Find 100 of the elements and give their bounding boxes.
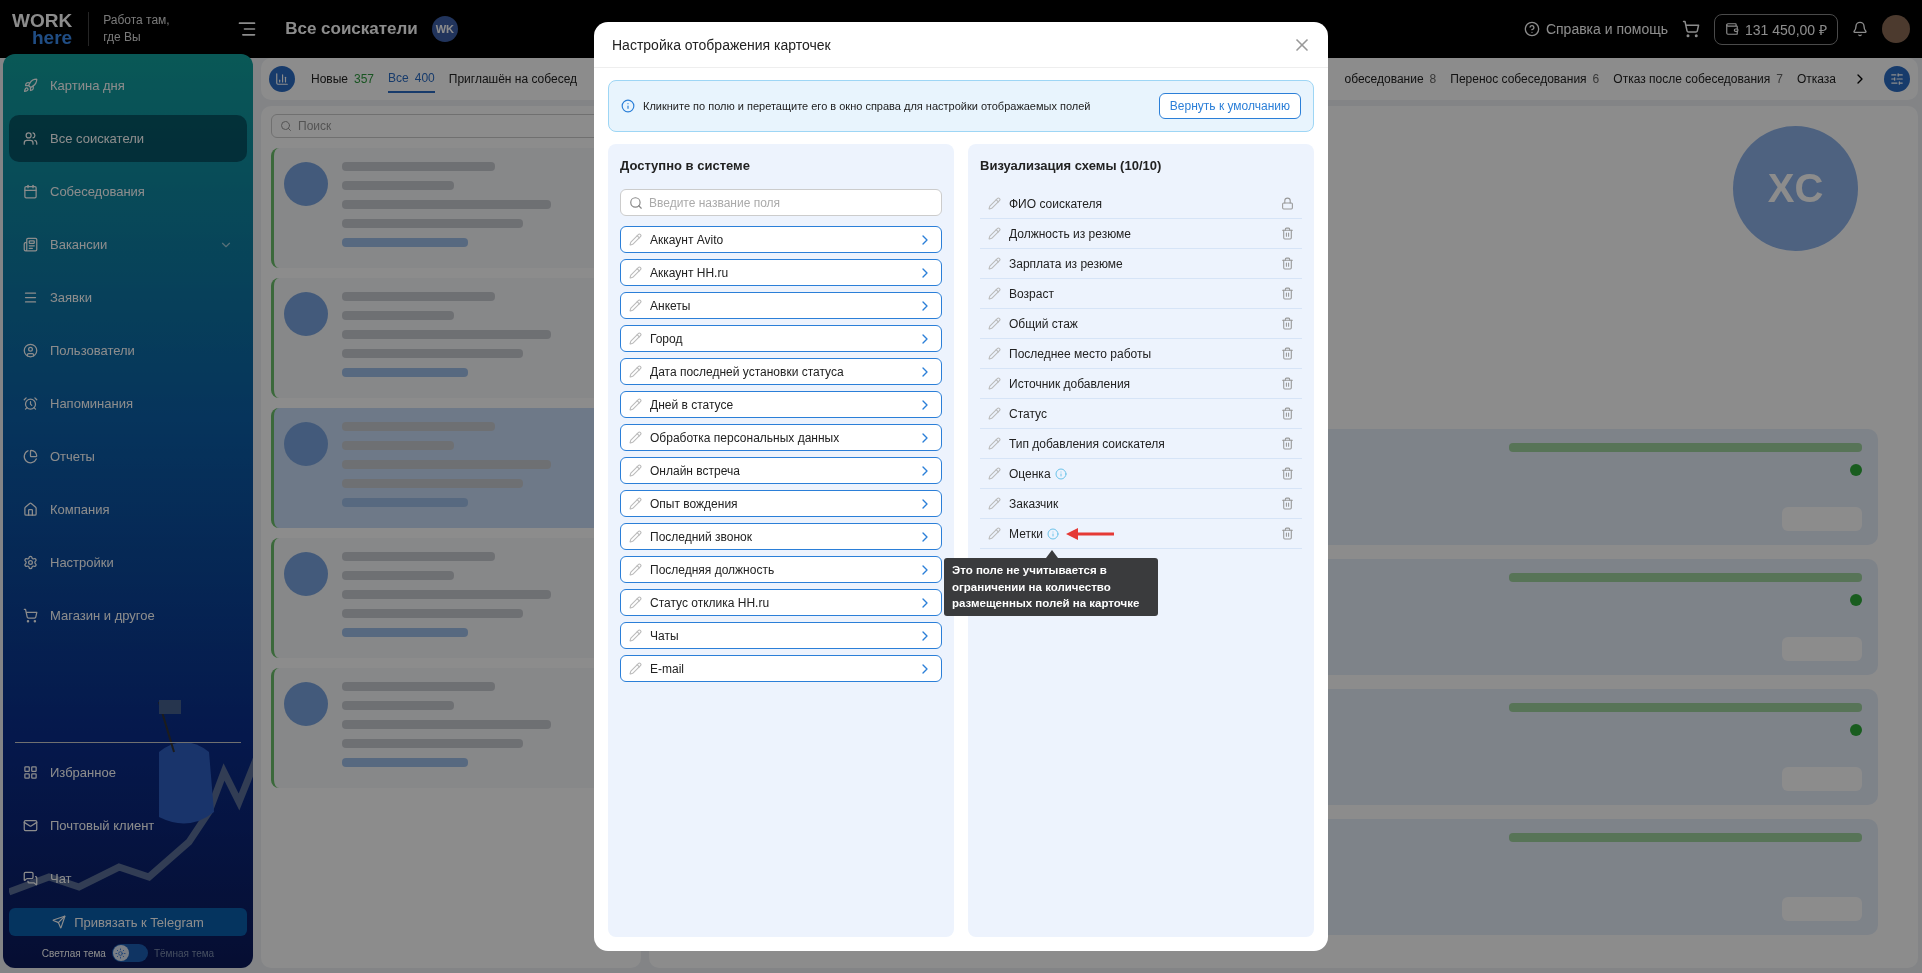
sidebar-item[interactable]: Почтовый клиент — [9, 802, 247, 849]
trash-icon[interactable] — [1281, 497, 1294, 510]
user-avatar[interactable] — [1882, 15, 1910, 43]
schema-row[interactable]: Последнее место работы — [980, 339, 1302, 369]
profile-avatar: XC — [1733, 126, 1858, 251]
trash-icon[interactable] — [1281, 407, 1294, 420]
field-item[interactable]: Дней в статусе — [620, 391, 942, 418]
pencil-icon — [629, 662, 642, 675]
avatar-circle — [284, 682, 328, 726]
annotation-arrow — [1064, 527, 1116, 541]
theme-toggle[interactable] — [111, 944, 148, 962]
field-item[interactable]: Онлайн встреча — [620, 457, 942, 484]
sidebar-item[interactable]: Пользователи — [9, 327, 247, 374]
pencil-icon — [988, 497, 1001, 510]
status-tab[interactable]: Отказ после собеседования 7 — [1613, 66, 1783, 92]
schema-row[interactable]: Возраст — [980, 279, 1302, 309]
field-item[interactable]: Город — [620, 325, 942, 352]
schema-row[interactable]: ФИО соискателя — [980, 189, 1302, 219]
panel-title: Визуализация схемы (10/10) — [980, 158, 1163, 173]
trash-icon[interactable] — [1281, 317, 1294, 330]
schema-row[interactable]: Статус — [980, 399, 1302, 429]
pencil-icon — [988, 407, 1001, 420]
status-tab[interactable]: Приглашён на собесед — [448, 66, 578, 92]
reset-button[interactable]: Вернуть к умолчанию — [1158, 93, 1301, 119]
pencil-icon — [629, 629, 642, 642]
field-item[interactable]: E-mail — [620, 655, 942, 682]
dialog-title: Настройка отображения карточек — [612, 36, 831, 53]
field-item[interactable]: Опыт вождения — [620, 490, 942, 517]
field-item[interactable]: Дата последней установки статуса — [620, 358, 942, 385]
field-item[interactable]: Аккаунт HH.ru — [620, 259, 942, 286]
telegram-button[interactable]: Привязать к Telegram — [9, 908, 247, 936]
schema-row[interactable]: Источник добавления — [980, 369, 1302, 399]
field-label: Оценка — [1009, 466, 1051, 481]
pencil-icon — [988, 347, 1001, 360]
field-label: Общий стаж — [1009, 316, 1078, 331]
sidebar-item[interactable]: Напоминания — [9, 380, 247, 427]
trash-icon[interactable] — [1281, 467, 1294, 480]
field-item[interactable]: Анкеты — [620, 292, 942, 319]
trash-icon[interactable] — [1281, 287, 1294, 300]
schema-row[interactable]: Тип добавления соискателя — [980, 429, 1302, 459]
status-tab[interactable]: Все 400 — [388, 65, 435, 93]
trash-icon[interactable] — [1281, 257, 1294, 270]
status-tab[interactable]: Отказа — [1796, 66, 1836, 92]
account-initials: WK — [431, 16, 458, 42]
field-item[interactable]: Чаты — [620, 622, 942, 649]
sidebar-item[interactable]: Магазин и другое — [9, 592, 247, 639]
sidebar-item[interactable]: Настройки — [9, 539, 247, 586]
trash-icon[interactable] — [1281, 527, 1294, 540]
pencil-icon — [629, 563, 642, 576]
field-label: Статус — [1009, 406, 1047, 421]
status-tab[interactable]: обеседование 8 — [1344, 66, 1437, 92]
sidebar-item[interactable]: Отчеты — [9, 433, 247, 480]
grid-icon — [23, 765, 38, 780]
trash-icon[interactable] — [1281, 437, 1294, 450]
sidebar-item[interactable]: Компания — [9, 486, 247, 533]
help-link[interactable]: Справка и помощь — [1523, 21, 1669, 37]
trash-icon[interactable] — [1281, 347, 1294, 360]
sidebar-item[interactable]: Заявки — [9, 274, 247, 321]
pencil-icon — [629, 497, 642, 510]
pencil-icon — [629, 332, 642, 345]
avatar-circle — [284, 162, 328, 206]
schema-row[interactable]: Должность из резюме — [980, 219, 1302, 249]
schema-row[interactable]: Общий стаж — [980, 309, 1302, 339]
pencil-icon — [629, 431, 642, 444]
page-title: Все соискатели — [285, 19, 418, 39]
bell-icon[interactable] — [1852, 21, 1868, 37]
lock-icon — [1281, 197, 1294, 210]
sidebar-item[interactable]: Чат — [9, 855, 247, 902]
chart-button[interactable] — [269, 66, 295, 92]
wallet-icon — [1725, 22, 1740, 36]
pencil-icon — [988, 317, 1001, 330]
filter-button[interactable] — [1884, 66, 1910, 92]
field-label: Источник добавления — [1009, 376, 1131, 391]
field-item[interactable]: Аккаунт Avito — [620, 226, 942, 253]
field-item[interactable]: Статус отклика HH.ru — [620, 589, 942, 616]
schema-row[interactable]: Зарплата из резюме — [980, 249, 1302, 279]
field-label: Тип добавления соискателя — [1009, 436, 1165, 451]
pie-chart-icon — [23, 449, 38, 464]
field-label: Метки — [1009, 526, 1043, 541]
pencil-icon — [629, 365, 642, 378]
mail-icon — [23, 818, 38, 833]
pencil-icon — [629, 464, 642, 477]
user-circle-icon — [23, 343, 38, 358]
balance-button[interactable]: 131 450,00 ₽ — [1714, 13, 1838, 45]
sun-icon — [115, 947, 127, 959]
sidebar-item[interactable]: Избранное — [9, 749, 247, 796]
rocket-icon — [23, 78, 38, 93]
trash-icon[interactable] — [1281, 227, 1294, 240]
cart-icon[interactable] — [1682, 20, 1701, 38]
schema-row[interactable]: Заказчик — [980, 489, 1302, 519]
users-icon — [23, 131, 38, 146]
pencil-icon — [629, 299, 642, 312]
field-item[interactable]: Последняя должность — [620, 556, 942, 583]
menu-icon[interactable] — [237, 19, 258, 39]
field-item[interactable]: Последний звонок — [620, 523, 942, 550]
field-item[interactable]: Обработка персональных данных — [620, 424, 942, 451]
status-tab[interactable]: Новые 357 — [311, 66, 375, 92]
status-tab[interactable]: Перенос собеседования 6 — [1450, 66, 1600, 92]
trash-icon[interactable] — [1281, 377, 1294, 390]
schema-row[interactable]: Оценка — [980, 459, 1302, 489]
